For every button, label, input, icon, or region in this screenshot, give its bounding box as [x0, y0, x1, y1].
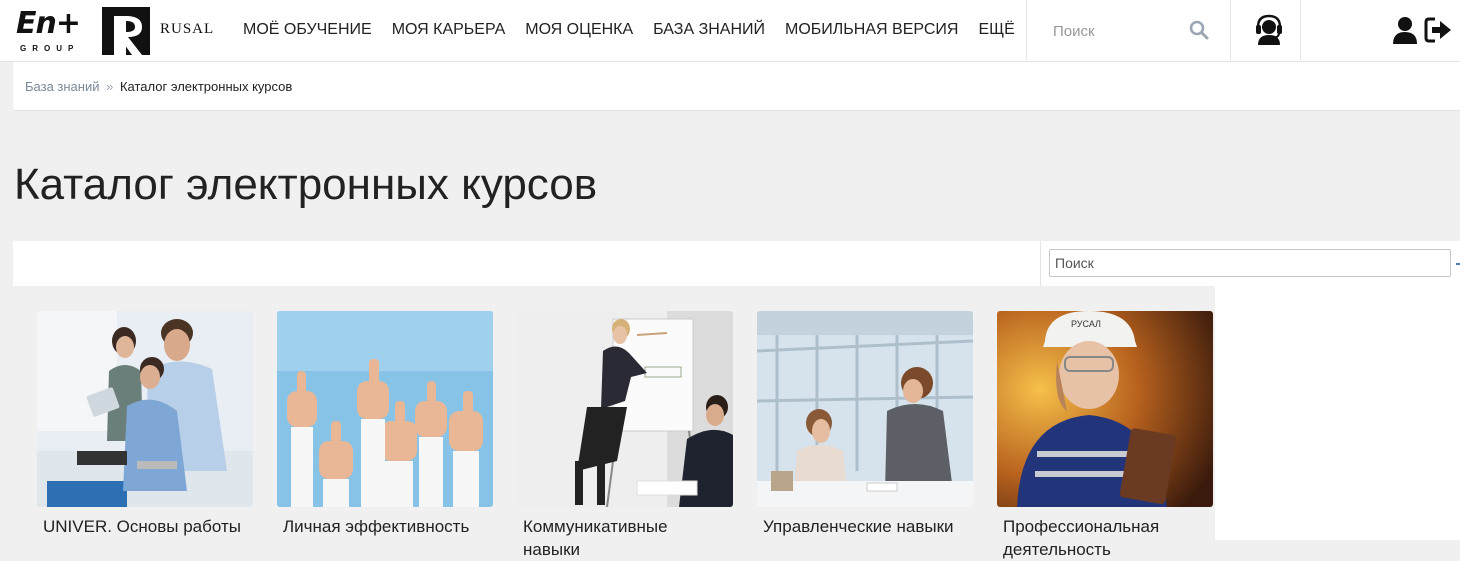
- nav-my-career[interactable]: МОЯ КАРЬЕРА: [392, 0, 506, 60]
- catalog-toolbar: [13, 241, 1460, 286]
- course-card-management-skills[interactable]: Управленческие навыки: [757, 311, 973, 538]
- rusal-emblem-icon: [102, 7, 150, 55]
- breadcrumb-bar: База знаний » Каталог электронных курсов: [13, 62, 1460, 111]
- nav-mobile-version[interactable]: МОБИЛЬНАЯ ВЕРСИЯ: [785, 0, 958, 60]
- rusal-logo-text: RUSAL: [160, 21, 215, 37]
- course-image-office-team[interactable]: [37, 311, 253, 507]
- divider: [1026, 0, 1027, 60]
- breadcrumb: База знаний » Каталог электронных курсов: [25, 79, 292, 94]
- breadcrumb-current: Каталог электронных курсов: [119, 79, 293, 94]
- enplus-group-logo[interactable]: En+ GROUP: [16, 6, 96, 54]
- side-panel: [1215, 286, 1460, 540]
- page-title: Каталог электронных курсов: [14, 160, 598, 209]
- catalog-search-input[interactable]: [1049, 249, 1451, 277]
- breadcrumb-separator: »: [106, 79, 114, 94]
- headset-support-icon[interactable]: [1254, 13, 1284, 45]
- breadcrumb-knowledge-base-link[interactable]: База знаний: [25, 79, 100, 94]
- enplus-logo-subtext: GROUP: [20, 44, 80, 53]
- course-image-rusal-worker[interactable]: РУСАЛ: [997, 311, 1213, 507]
- main-menu: МОЁ ОБУЧЕНИЕ МОЯ КАРЬЕРА МОЯ ОЦЕНКА БАЗА…: [243, 0, 1035, 60]
- divider: [1230, 0, 1231, 60]
- course-title[interactable]: Коммуникативные навыки: [517, 515, 728, 561]
- course-card-communication-skills[interactable]: Коммуникативные навыки: [517, 311, 733, 561]
- nav-more[interactable]: ЕЩЁ: [978, 0, 1014, 60]
- course-card-professional-activity[interactable]: РУСАЛ Профессиональная деятельность: [997, 311, 1213, 561]
- course-title[interactable]: Управленческие навыки: [757, 515, 968, 538]
- course-title[interactable]: UNIVER. Основы работы: [37, 515, 248, 538]
- nav-my-learning[interactable]: МОЁ ОБУЧЕНИЕ: [243, 0, 372, 60]
- course-card-personal-effectiveness[interactable]: Личная эффективность: [277, 311, 493, 538]
- course-image-flipchart[interactable]: [517, 311, 733, 507]
- divider: [1040, 241, 1041, 286]
- logout-icon[interactable]: [1424, 16, 1452, 44]
- course-card-univer[interactable]: UNIVER. Основы работы: [37, 311, 253, 538]
- course-image-business-meeting[interactable]: [757, 311, 973, 507]
- nav-knowledge-base[interactable]: БАЗА ЗНАНИЙ: [653, 0, 765, 60]
- top-navigation-bar: En+ GROUP RUSAL МОЁ ОБУЧЕНИЕ МОЯ КАРЬЕРА…: [0, 0, 1460, 62]
- course-title[interactable]: Профессиональная деятельность: [997, 515, 1208, 561]
- header-search-input[interactable]: [1051, 21, 1175, 41]
- search-icon[interactable]: [1188, 19, 1210, 41]
- nav-my-assessment[interactable]: МОЯ ОЦЕНКА: [525, 0, 633, 60]
- toolbar-accent-mark: [1456, 263, 1460, 265]
- user-icon[interactable]: [1392, 16, 1418, 44]
- divider: [1300, 0, 1301, 60]
- course-title[interactable]: Личная эффективность: [277, 515, 488, 538]
- rusal-logo[interactable]: RUSAL: [102, 7, 222, 57]
- course-image-thumbs-up[interactable]: [277, 311, 493, 507]
- helmet-label: РУСАЛ: [1071, 319, 1101, 329]
- enplus-logo-text: En+: [16, 6, 81, 41]
